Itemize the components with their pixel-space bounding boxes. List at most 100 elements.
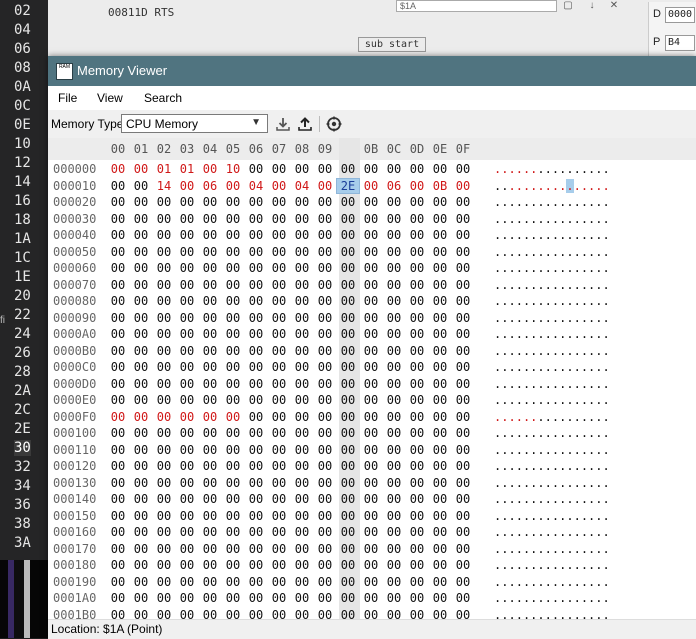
hex-byte[interactable]: 00 <box>291 542 313 556</box>
hex-byte[interactable]: 00 <box>291 294 313 308</box>
hex-byte[interactable]: 00 <box>337 393 359 407</box>
hex-byte[interactable]: 00 <box>222 212 244 226</box>
hex-byte[interactable]: 00 <box>199 377 221 391</box>
hex-byte[interactable]: 00 <box>429 245 451 259</box>
ascii-column[interactable]: ................ <box>494 344 610 358</box>
hex-byte[interactable]: 00 <box>268 542 290 556</box>
hex-byte[interactable]: 00 <box>383 608 405 620</box>
hex-byte[interactable]: 00 <box>452 294 474 308</box>
hex-byte[interactable]: 00 <box>291 443 313 457</box>
hex-byte[interactable]: 00 <box>153 542 175 556</box>
hex-byte[interactable]: 00 <box>383 443 405 457</box>
hex-byte[interactable]: 00 <box>130 525 152 539</box>
hex-byte[interactable]: 00 <box>107 476 129 490</box>
hex-byte[interactable]: 00 <box>153 278 175 292</box>
hex-byte[interactable]: 00 <box>268 162 290 176</box>
hex-byte[interactable]: 00 <box>199 459 221 473</box>
hex-byte[interactable]: 00 <box>222 459 244 473</box>
hex-byte[interactable]: 00 <box>429 212 451 226</box>
hex-byte[interactable]: 00 <box>222 278 244 292</box>
hex-byte[interactable]: 00 <box>222 591 244 605</box>
hex-byte[interactable]: 00 <box>314 459 336 473</box>
hex-byte[interactable]: 00 <box>176 245 198 259</box>
hex-byte[interactable]: 00 <box>452 377 474 391</box>
hex-byte[interactable]: 00 <box>107 278 129 292</box>
hex-byte[interactable]: 00 <box>452 525 474 539</box>
hex-byte[interactable]: 00 <box>337 195 359 209</box>
hex-byte[interactable]: 00 <box>107 179 129 193</box>
hex-byte[interactable]: 00 <box>199 228 221 242</box>
hex-byte[interactable]: 00 <box>360 525 382 539</box>
hex-byte[interactable]: 00 <box>360 228 382 242</box>
hex-byte[interactable]: 00 <box>337 212 359 226</box>
ascii-column[interactable]: ................ <box>494 426 610 440</box>
hex-byte[interactable]: 00 <box>153 261 175 275</box>
hex-byte[interactable]: 00 <box>130 575 152 589</box>
hex-byte[interactable]: 00 <box>291 360 313 374</box>
hex-byte[interactable]: 06 <box>383 179 405 193</box>
hex-byte[interactable]: 00 <box>383 294 405 308</box>
hex-byte[interactable]: 00 <box>153 575 175 589</box>
ascii-column[interactable]: ................ <box>494 195 610 209</box>
hex-byte[interactable]: 00 <box>452 410 474 424</box>
hex-byte[interactable]: 00 <box>245 245 267 259</box>
hex-byte[interactable]: 00 <box>222 261 244 275</box>
hex-byte[interactable]: 00 <box>268 393 290 407</box>
ascii-column[interactable]: ................ <box>494 162 610 176</box>
ascii-column[interactable]: ................ <box>494 212 610 226</box>
menu-file[interactable]: File <box>58 91 77 105</box>
hex-byte[interactable]: 00 <box>291 261 313 275</box>
hex-byte[interactable]: 2E <box>336 177 360 194</box>
hex-byte[interactable]: 00 <box>429 278 451 292</box>
hex-byte[interactable]: 00 <box>337 426 359 440</box>
hex-byte[interactable]: 00 <box>337 591 359 605</box>
hex-byte[interactable]: 00 <box>314 212 336 226</box>
hex-byte[interactable]: 00 <box>130 558 152 572</box>
hex-byte[interactable]: 00 <box>383 245 405 259</box>
hex-byte[interactable]: 00 <box>107 542 129 556</box>
hex-byte[interactable]: 00 <box>429 509 451 523</box>
hex-byte[interactable]: 00 <box>199 492 221 506</box>
hex-byte[interactable]: 00 <box>383 426 405 440</box>
hex-byte[interactable]: 00 <box>222 311 244 325</box>
hex-byte[interactable]: 00 <box>291 162 313 176</box>
hex-byte[interactable]: 00 <box>314 542 336 556</box>
hex-byte[interactable]: 00 <box>314 360 336 374</box>
hex-byte[interactable]: 00 <box>360 443 382 457</box>
hex-byte[interactable]: 00 <box>107 492 129 506</box>
hex-byte[interactable]: 00 <box>406 360 428 374</box>
ascii-column[interactable]: ................ <box>494 608 610 620</box>
hex-byte[interactable]: 00 <box>314 377 336 391</box>
hex-byte[interactable]: 00 <box>452 608 474 620</box>
hex-byte[interactable]: 00 <box>406 311 428 325</box>
hex-byte[interactable]: 00 <box>337 327 359 341</box>
background-search-field[interactable]: $1A <box>396 0 557 12</box>
hex-byte[interactable]: 00 <box>429 327 451 341</box>
hex-byte[interactable]: 00 <box>222 360 244 374</box>
hex-byte[interactable]: 00 <box>429 459 451 473</box>
hex-byte[interactable]: 00 <box>130 443 152 457</box>
hex-byte[interactable]: 00 <box>406 542 428 556</box>
hex-byte[interactable]: 00 <box>268 492 290 506</box>
hex-byte[interactable]: 00 <box>176 294 198 308</box>
hex-byte[interactable]: 00 <box>107 525 129 539</box>
hex-byte[interactable]: 00 <box>314 294 336 308</box>
hex-byte[interactable]: 00 <box>222 377 244 391</box>
hex-byte[interactable]: 00 <box>360 162 382 176</box>
ascii-column[interactable]: ................ <box>494 393 610 407</box>
hex-byte[interactable]: 00 <box>360 509 382 523</box>
hex-byte[interactable]: 00 <box>291 393 313 407</box>
hex-byte[interactable]: 00 <box>222 393 244 407</box>
menu-search[interactable]: Search <box>144 91 182 105</box>
hex-byte[interactable]: 00 <box>130 327 152 341</box>
hex-byte[interactable]: 00 <box>337 558 359 572</box>
hex-byte[interactable]: 00 <box>360 608 382 620</box>
hex-byte[interactable]: 00 <box>383 327 405 341</box>
hex-byte[interactable]: 00 <box>452 327 474 341</box>
hex-byte[interactable]: 00 <box>245 443 267 457</box>
hex-byte[interactable]: 00 <box>360 344 382 358</box>
hex-byte[interactable]: 00 <box>107 360 129 374</box>
hex-byte[interactable]: 00 <box>153 476 175 490</box>
hex-byte[interactable]: 00 <box>406 294 428 308</box>
hex-byte[interactable]: 00 <box>176 410 198 424</box>
